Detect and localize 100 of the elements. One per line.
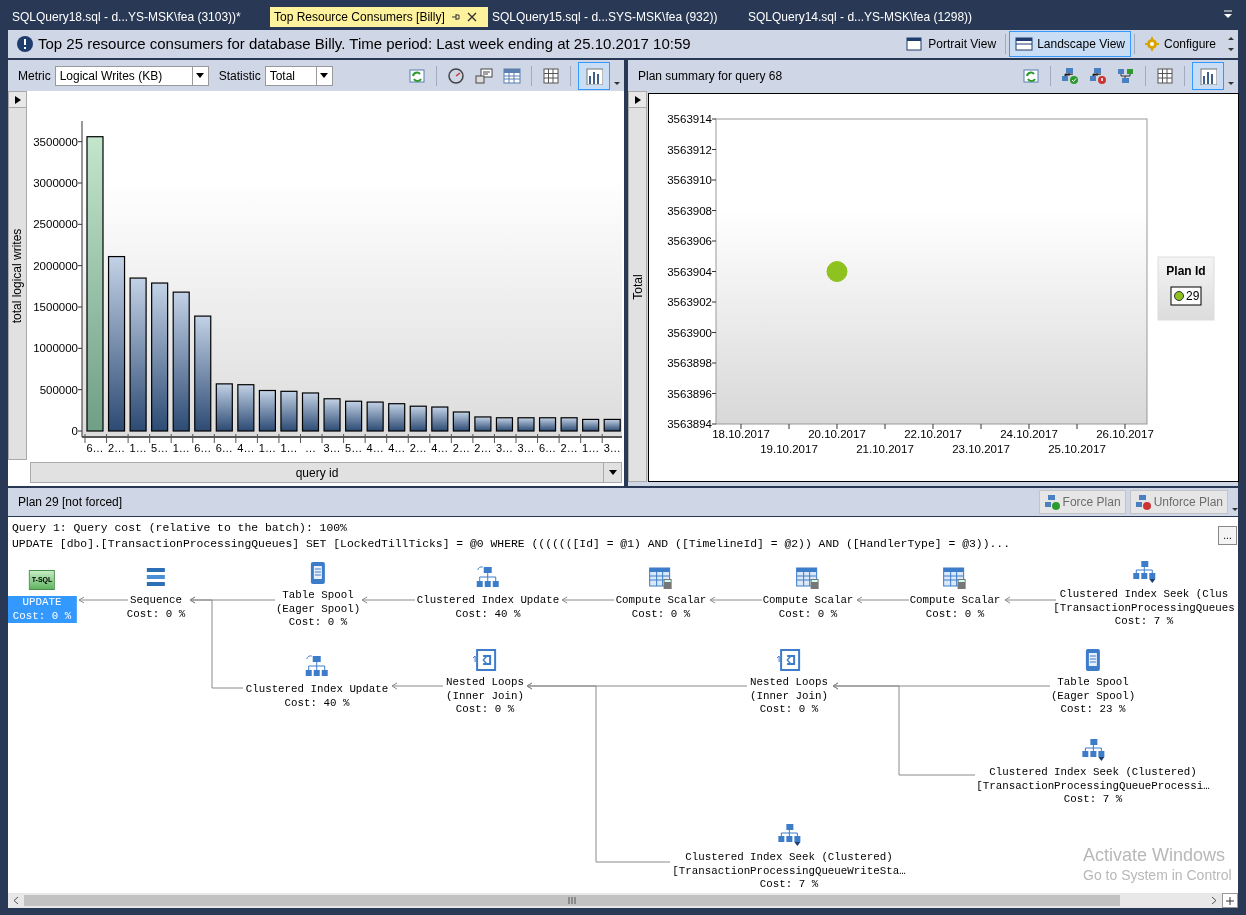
compute-scalar-icon [796,566,820,590]
document-tab[interactable]: SQLQuery14.sql - d...YS-MSK\fea (1298)) [744,7,1002,27]
index-seek-icon [777,823,801,847]
scroll-arrow-icon [1228,36,1234,52]
tick-label: 1… [582,442,600,454]
document-tab[interactable]: SQLQuery18.sql - d...YS-MSK\fea (3103))* [8,7,270,27]
tick-label: 3563912 [667,143,712,156]
operator-cost: Cost: 0 % [455,703,515,717]
operator-cost: Cost: 0 % [631,607,691,621]
document-tab[interactable]: SQLQuery15.sql - d...SYS-MSK\fea (932)) [488,7,744,27]
report-title: Top 25 resource consumers for database Billy. Time period: Last week ending at 25.10.2017 10:59 [38,33,691,54]
tick-label: 18.10.2017 [712,428,770,440]
tick-label: 3000000 [33,177,78,189]
bar-chart-icon [1199,66,1217,85]
operator-name[interactable]: Sequence [130,594,182,608]
operator-name[interactable]: Compute Scalar [909,594,1001,608]
dropdown-icon [1222,9,1234,21]
tick-label: 4… [237,442,255,454]
caret-icon [320,73,329,78]
compute-scalar-icon [943,566,967,590]
tick-label: 3563902 [667,296,712,308]
tick-label: 1… [280,442,298,454]
operator-name[interactable]: Nested Loops (Inner Join) [750,676,828,703]
operator-name[interactable]: Clustered Index Update [245,683,389,697]
metric-dropdown[interactable]: Logical Writes (KB) [54,65,209,86]
expand-icon [14,95,21,104]
tick-label: 2… [452,442,470,454]
grip-icon [568,897,576,904]
statistic-dropdown[interactable]: Total [264,65,333,86]
tick-label: 25.10.2017 [1048,443,1106,455]
operator-cost: Cost: 23 % [1060,703,1126,717]
caret-icon [196,73,205,78]
tick-label: 2… [560,442,578,454]
operator-name[interactable]: Compute Scalar [615,594,707,608]
tick-label: 20.10.2017 [808,428,866,440]
view-button[interactable]: Portrait View [900,31,1003,57]
info-icon [16,35,34,53]
plan-force-icon [1089,66,1107,85]
operator-name[interactable]: Clustered Index Seek (Clus [TransactionProcessingQueues [1053,588,1235,615]
operator-name[interactable]: Clustered Index Update [416,594,560,608]
nested-loops-icon [473,648,497,672]
operator-name[interactable]: Table Spool (Eager Spool) [1050,676,1136,703]
grid-icon [1156,66,1174,85]
axis-title: Total [629,273,646,300]
tick-label: 3563910 [667,174,712,186]
index-seek-icon [1081,738,1105,762]
tick-label: 0 [71,425,78,437]
index-update-icon [305,655,329,679]
tick-label: 3… [495,442,513,454]
operator-name[interactable]: Compute Scalar [762,594,854,608]
refresh-icon [1022,66,1040,85]
ellipsis-button[interactable]: ... [1218,526,1237,545]
connector-arrow [856,596,910,604]
connector-arrow [391,682,444,690]
pin-icon [450,12,461,22]
tick-label: 24.10.2017 [1000,428,1058,440]
tick-label: 23.10.2017 [952,443,1010,455]
tick-label: 6… [194,442,212,454]
operator-cost: Cost: 0 % [288,616,348,630]
tick-label: 2000000 [33,259,78,272]
tick-label: 21.10.2017 [856,443,914,455]
close-icon [466,12,477,22]
view-button[interactable]: Landscape View [1009,31,1131,57]
os-notice-text: Go to System in Control [1083,866,1232,884]
tick-label: 500000 [39,383,78,396]
tick-label: 4… [388,442,406,454]
plan-force-icon [1134,494,1151,510]
connector-arrow [78,596,129,604]
operator-name[interactable]: Clustered Index Seek (Clustered) [TransactionProcessingQueueProcessi… [976,766,1210,793]
tick-label: 6… [215,442,233,454]
tick-label: 5… [345,442,363,454]
chart-button[interactable] [578,61,610,90]
configure-button[interactable]: Configure [1137,31,1222,57]
operator-name[interactable]: Clustered Index Seek (Clustered) [TransactionProcessingQueueWriteSta… [672,851,906,878]
axis-field-selector[interactable]: query id [30,462,622,483]
chart-button[interactable] [1192,61,1224,90]
scroll-right-icon [1211,896,1217,905]
tick-label: 2… [409,442,427,454]
scroll-arrow-icon [614,82,620,86]
compute-scalar-icon [649,566,673,590]
scrollbar-thumb[interactable] [24,895,1120,906]
tick-label: 3563914 [667,113,712,125]
operator-cost: Cost: 0 % [925,607,985,621]
operator-name[interactable]: Nested Loops (Inner Join) [446,676,524,703]
document-tab[interactable]: Top Resource Consumers [Billy] [270,7,488,27]
bar-chart-icon [585,66,603,85]
tick-label: 3563906 [667,235,712,247]
operator-cost: Cost: 0 % [126,607,186,621]
operator-name[interactable]: Table Spool (Eager Spool) [275,589,361,616]
expand-icon [634,95,641,104]
tick-label: 3… [323,442,341,454]
tick-label: 1… [172,442,190,454]
legend-title: Plan Id [1166,264,1206,278]
zoom-icon [1226,896,1234,905]
tick-label: 4… [366,442,384,454]
refresh-icon [408,66,426,85]
tick-label: 3563904 [667,265,712,278]
operator-cost: Cost: 40 % [455,607,521,621]
caret-icon [608,470,617,475]
tick-label: 3563894 [667,418,712,430]
